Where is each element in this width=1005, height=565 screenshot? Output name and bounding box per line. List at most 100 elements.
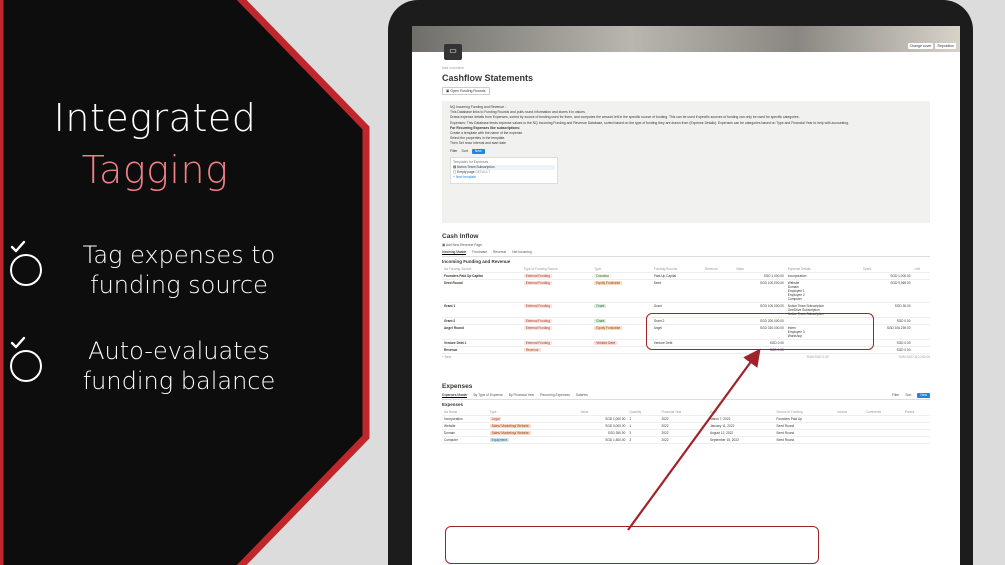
tab-by-year[interactable]: By Financial Year [509,393,534,398]
inflow-db-title: Incoming Funding and Revenue [442,259,511,264]
feature-text: funding balance [82,367,276,395]
tab-net-incoming[interactable]: Net Incoming [512,250,531,255]
sort-button[interactable]: Sort [905,393,911,398]
source-tag: External Funding [523,281,552,285]
table-row[interactable]: Computer Equipment SGD 1,500.00 3 2022 Septem… [442,436,930,444]
tab-fundraise[interactable]: Fundraise [472,250,487,255]
tab-salaries[interactable]: Salaries [576,393,588,398]
reposition-button[interactable]: Reposition [935,43,956,49]
promo-panel: Integrated Tagging Tag expenses to fundin… [0,0,370,565]
cell-qty: 1 [627,415,660,423]
source-tag: External Funding [523,304,552,308]
sort-button[interactable]: Sort [462,149,468,154]
cell-qty: 3 [627,429,660,437]
cell-value: SGD 1,000.00 [734,272,786,280]
table-row[interactable]: Incorporation Legal SGD 1,000.00 1 2022 March… [442,415,930,423]
cell-left [912,324,930,340]
detail-link[interactable]: Incorporation [788,274,859,278]
filter-button[interactable]: Filter [450,149,458,154]
tab-by-type[interactable]: By Type of Expense [473,393,502,398]
cell-year: 2022 [659,415,708,423]
tab-incoming-master[interactable]: Incoming Master [442,250,467,255]
table-row[interactable]: Seed Round External Funding Equity Fundrai… [442,279,930,303]
cell-name[interactable]: Website [442,422,488,430]
new-button[interactable]: New [917,393,930,398]
cell-name[interactable]: Domain [442,429,488,437]
cell-qty: 1 [627,422,660,430]
highlight-seed-round [646,313,874,350]
type-tag: Grant [594,304,607,308]
type-tag: Venture Debt [594,341,617,345]
cell-source[interactable]: Seed Round [774,422,836,430]
cell-round[interactable]: Seed [651,279,703,303]
cell-value: SGD 1,000.00 [578,415,628,423]
change-cover-button[interactable]: Change cover [907,43,934,49]
type-tag: Donation [594,274,612,278]
feature-text: Auto-evaluates [88,337,270,365]
tab-revenue[interactable]: Revenue [493,250,506,255]
source-tag: External Funding [523,274,552,278]
cell-revenue [702,279,735,303]
type-tag: Equipment [489,438,509,442]
type-tag: Sales/ Marketing/ Website [489,431,531,435]
new-row-button[interactable]: + New [442,355,451,359]
cell-spent: SGD 1,000.00 [860,272,913,280]
cell-name[interactable]: Grant 1 [442,302,522,318]
type-tag: Equity Fundraise [594,326,623,330]
sum-revenue: SUM SGD 0.00 [806,355,829,359]
cell-name[interactable]: Founders Paid Up Capital [442,272,522,280]
cell-name[interactable]: Grant 2 [442,317,522,325]
page-cover: Change cover Reposition [412,26,960,52]
cell-date: September 15, 2022 [707,436,775,444]
cell-name[interactable]: Seed Round [442,279,522,303]
cell-name[interactable]: Incorporation [442,415,488,423]
type-tag: Equity Fundraise [594,281,623,285]
table-row[interactable]: Founders Paid Up Capital External Funding… [442,272,930,280]
feature-item: Tag expenses to funding source [10,240,310,300]
check-circle-icon [10,336,42,382]
cell-source[interactable]: Seed Round [774,436,836,444]
cash-inflow-heading: Cash Inflow [442,233,479,240]
tab-recurring[interactable]: Recurring Expenses [540,393,570,398]
promo-headline: Integrated [53,96,257,140]
source-tag: External Funding [523,341,552,345]
feature-text: Tag expenses to [82,241,276,269]
expenses-table: Aa Name Type Value Quantity Financial Year Da… [442,409,930,444]
expenses-db-title: Expenses [442,402,464,407]
cell-source[interactable]: Seed Round [774,429,836,437]
source-tag: External Funding [523,326,552,330]
feature-item: Auto-evaluates funding balance [10,336,310,396]
filter-button[interactable]: Filter [892,393,899,398]
cell-spent: SGD 9,969.00 [860,279,913,303]
cell-details: Incorporation [785,272,861,280]
cell-round[interactable]: Paid-Up Capital [651,272,703,280]
add-comment-link[interactable]: Add comment [442,66,930,70]
cell-left [912,272,930,280]
page-icon[interactable]: ▭ [444,44,462,60]
cell-name[interactable]: Revenue [442,346,522,354]
cell-left [912,279,930,303]
cell-left [912,317,930,325]
cell-source[interactable]: Founders Paid Up [774,415,836,423]
sum-spent: SUM SGD 110,240.00 [898,355,930,359]
detail-link[interactable]: Computer [788,297,859,301]
new-template-button[interactable]: + New template [453,175,555,180]
cell-date: March 7, 2022 [707,415,775,423]
type-tag: Sales/ Marketing/ Website [489,424,531,428]
open-funding-rounds-button[interactable]: ▣ Open Funding Rounds [442,87,490,95]
cell-value: SGD 1,500.00 [578,436,628,444]
new-button[interactable]: New [471,148,485,154]
add-revenue-button[interactable]: ▣ Add New Revenue Page [442,243,482,247]
cell-name[interactable]: Computer [442,436,488,444]
source-tag: Revenue [523,348,541,352]
table-row[interactable]: Domain Sales/ Marketing/ Website SGD 350.0… [442,429,930,437]
table-row[interactable]: Website Sales/ Marketing/ Website SGD 3,00… [442,422,930,430]
source-tag: External Funding [523,319,552,323]
type-tag: Grant [594,319,607,323]
cell-name[interactable]: Venture Debt 1 [442,339,522,347]
cell-name[interactable]: Angel Round [442,324,522,340]
cell-details: Website Domain Employee 1 Employee 2 Compute… [785,279,861,303]
cell-year: 2022 [659,422,708,430]
type-tag: Legal [489,417,502,421]
tab-expenses-master[interactable]: Expenses Master [442,393,468,398]
